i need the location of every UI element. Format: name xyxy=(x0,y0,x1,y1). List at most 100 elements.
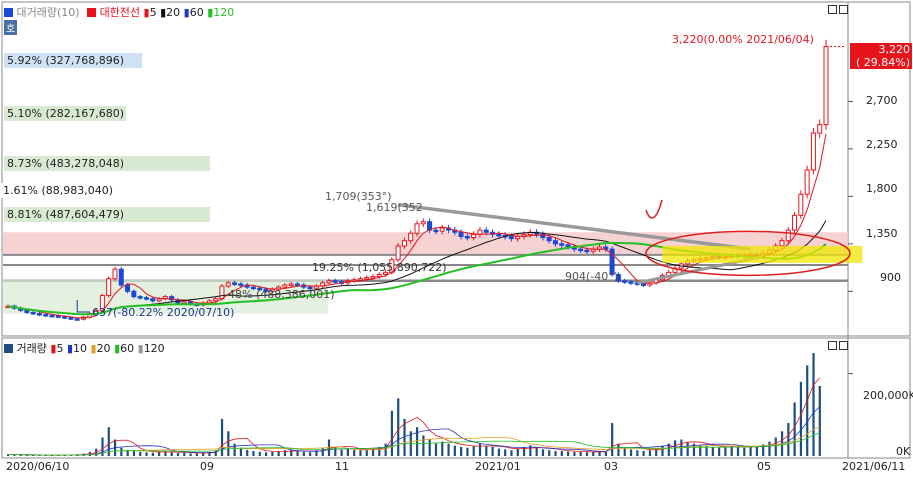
candle-body xyxy=(62,316,68,319)
legend-v60[interactable]: 60 xyxy=(120,342,134,355)
candle-body xyxy=(464,235,470,239)
candle-body xyxy=(106,278,112,297)
volume-bar xyxy=(25,455,29,456)
volume-bar xyxy=(604,451,607,456)
volume-bar xyxy=(139,451,142,456)
volume-bar xyxy=(441,441,444,456)
candle-body xyxy=(131,290,137,298)
volume-bar xyxy=(220,418,224,456)
volume-bar xyxy=(541,449,545,456)
volume-bar xyxy=(554,451,557,456)
volume-bar xyxy=(711,446,714,456)
candle-body xyxy=(219,285,225,300)
volume-bar xyxy=(648,450,652,456)
volume-bar xyxy=(340,449,343,456)
candle-body xyxy=(74,318,80,321)
candle-body xyxy=(225,282,231,287)
volume-bar xyxy=(686,441,689,456)
legend-ma5[interactable]: 5 xyxy=(150,6,157,19)
candle-body xyxy=(326,280,332,284)
low-annotation: 637(-80.22% 2020/07/10) xyxy=(92,306,235,319)
candle-body xyxy=(471,233,477,239)
candle-body xyxy=(43,314,49,317)
candle-body xyxy=(213,298,219,302)
volume-bar xyxy=(151,452,154,456)
volume-y-tick: 0K xyxy=(896,445,911,458)
legend-v120[interactable]: 120 xyxy=(144,342,165,355)
candle-body xyxy=(817,124,823,134)
volume-profile-box: 5.92% (327,768,896) xyxy=(4,53,142,68)
candle-body xyxy=(55,315,61,318)
volume-profile-box: 8.73% (483,278,048) xyxy=(4,156,210,171)
candle-body xyxy=(408,232,414,242)
volume-bar xyxy=(585,452,589,456)
volume-bar xyxy=(510,450,513,456)
volume-bar xyxy=(453,445,456,456)
volume-bar xyxy=(661,445,664,456)
y-tick-label: 2,700 xyxy=(866,94,898,107)
candle-body xyxy=(370,276,376,279)
candle-body xyxy=(36,313,42,316)
volume-bar xyxy=(397,398,400,456)
mid2-annotation: 48% (488,386,001) xyxy=(228,288,335,301)
volume-bar xyxy=(787,423,790,456)
volume-bar xyxy=(799,381,803,456)
volume-bar xyxy=(573,451,576,456)
legend-volume-title[interactable]: 거래량 xyxy=(17,342,47,355)
volume-bar xyxy=(629,449,633,456)
volume-maximize-icon[interactable] xyxy=(828,341,837,350)
volume-y-tick: 200,000K xyxy=(863,389,913,402)
candle-body xyxy=(792,214,798,231)
candle-body xyxy=(118,268,124,286)
legend-ma120[interactable]: 120 xyxy=(213,6,234,19)
y-tick-label: 2,250 xyxy=(866,138,898,151)
mid-annotation: 19.25% (1,055,890,722) xyxy=(312,261,447,274)
candle-body xyxy=(414,223,420,234)
candle-body xyxy=(439,227,445,232)
volume-bar xyxy=(774,437,777,456)
volume-bar xyxy=(724,446,727,456)
current-price-tag: 3,220 ( 29.84%) xyxy=(850,43,912,69)
volume-bar xyxy=(535,447,538,456)
close-icon[interactable] xyxy=(839,5,848,14)
candle-body xyxy=(294,283,300,286)
volume-bar xyxy=(365,449,368,456)
volume-bar xyxy=(296,451,299,456)
volume-bar xyxy=(428,439,431,456)
maximize-icon[interactable] xyxy=(828,5,837,14)
candle-body xyxy=(68,317,74,320)
legend-v10[interactable]: 10 xyxy=(73,342,87,355)
volume-bar xyxy=(743,447,746,456)
candle-body xyxy=(584,249,590,253)
legend-volume-swatch xyxy=(4,8,13,17)
legend-stock-name[interactable]: 대한전선 xyxy=(100,6,140,19)
candle-body xyxy=(552,240,558,245)
volume-bar xyxy=(176,453,180,456)
legend-v5[interactable]: 5 xyxy=(56,342,63,355)
volume-bar xyxy=(390,410,394,456)
volume-bar xyxy=(170,452,173,456)
legend-volume-label[interactable]: 대거래량(10) xyxy=(17,6,80,19)
x-tick-label: 2020/06/10 xyxy=(6,460,70,473)
volume-bar xyxy=(434,443,438,456)
volume-bar xyxy=(806,365,809,456)
volume-close-icon[interactable] xyxy=(839,341,848,350)
volume-bar xyxy=(309,452,312,456)
volume-bar xyxy=(818,385,821,456)
volume-bar xyxy=(246,449,249,456)
volume-bar xyxy=(233,443,236,456)
legend-ma60[interactable]: 60 xyxy=(190,6,204,19)
legend-v20[interactable]: 20 xyxy=(97,342,111,355)
volume-bar xyxy=(384,443,387,456)
y-tick-label: 1,350 xyxy=(866,227,898,240)
current-price: 3,220 xyxy=(878,43,911,56)
volume-bar xyxy=(736,446,740,456)
legend-ma20[interactable]: 20 xyxy=(166,6,180,19)
volume-bar xyxy=(730,446,733,456)
candle-body xyxy=(804,169,810,195)
volume-bar xyxy=(252,451,255,456)
volume-bar xyxy=(497,448,500,456)
volume-legend: 거래량 ▮5 ▮10 ▮20 ▮60 ▮120 xyxy=(4,340,165,356)
corner-button[interactable]: 호 xyxy=(4,20,18,35)
x-tick-label: 05 xyxy=(757,460,771,473)
